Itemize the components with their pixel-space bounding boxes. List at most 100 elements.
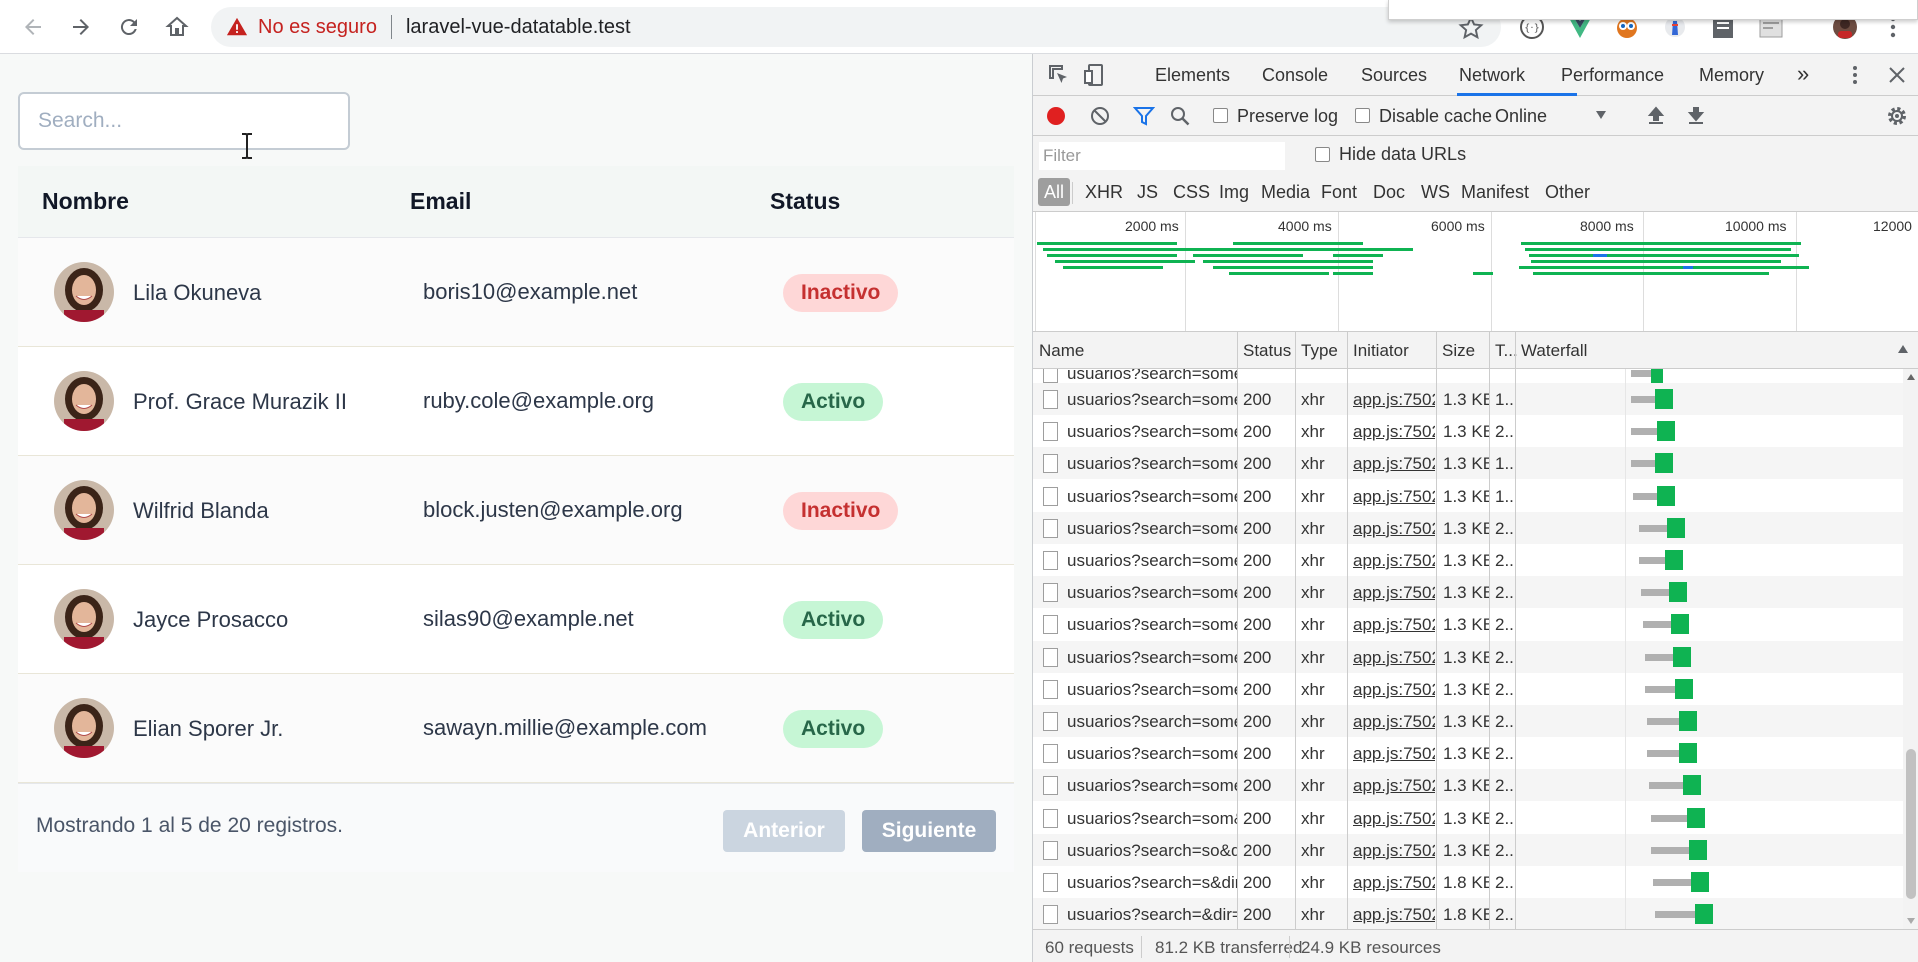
request-initiator[interactable]: app.js:7502: [1353, 744, 1435, 764]
column-header-size[interactable]: Size: [1442, 341, 1475, 361]
request-initiator[interactable]: app.js:7502: [1353, 680, 1435, 700]
column-header-type[interactable]: Type: [1301, 341, 1338, 361]
column-header-email[interactable]: Email: [410, 188, 471, 215]
table-row[interactable]: usuarios?search=s&dir=... 200 xhr app.js:75…: [1033, 866, 1903, 898]
scroll-up-icon[interactable]: [1906, 373, 1916, 381]
inspect-element-icon[interactable]: [1047, 63, 1071, 87]
type-filter-xhr[interactable]: XHR: [1085, 182, 1123, 203]
type-filter-js[interactable]: JS: [1137, 182, 1158, 203]
table-row[interactable]: usuarios?search=some+... 200 xhr app.js:750…: [1033, 480, 1903, 512]
waterfall-waiting-bar: [1633, 492, 1657, 500]
type-filter-doc[interactable]: Doc: [1373, 182, 1405, 203]
search-icon[interactable]: [1169, 105, 1191, 127]
sort-ascending-icon[interactable]: [1897, 344, 1909, 354]
request-initiator[interactable]: app.js:7502: [1353, 615, 1435, 635]
vertical-scrollbar[interactable]: [1903, 369, 1918, 929]
request-initiator[interactable]: app.js:7502: [1353, 809, 1435, 829]
reload-button[interactable]: [110, 8, 148, 46]
tab-performance[interactable]: Performance: [1561, 65, 1664, 86]
column-header-status[interactable]: Status: [770, 188, 840, 215]
request-initiator[interactable]: app.js:7502: [1353, 648, 1435, 668]
table-row[interactable]: usuarios?search=so&dir... 200 xhr app.js:75…: [1033, 833, 1903, 866]
table-row[interactable]: Wilfrid Blanda block.justen@example.org …: [18, 456, 1014, 565]
tab-sources[interactable]: Sources: [1361, 65, 1427, 86]
type-filter-manifest[interactable]: Manifest: [1461, 182, 1529, 203]
search-input[interactable]: [18, 92, 350, 150]
request-initiator[interactable]: app.js:7502: [1353, 422, 1435, 442]
tab-network[interactable]: Network: [1459, 65, 1525, 86]
filter-input[interactable]: [1039, 142, 1285, 170]
devtools-tab-bar: Elements Console Sources Network Perform…: [1033, 54, 1918, 96]
type-filter-css[interactable]: CSS: [1173, 182, 1210, 203]
table-row[interactable]: Prof. Grace Murazik II ruby.cole@example…: [18, 347, 1014, 456]
table-row[interactable]: usuarios?search=some+... 200 xhr app.js:750…: [1033, 705, 1903, 737]
request-initiator[interactable]: app.js:7502: [1353, 841, 1435, 861]
table-row[interactable]: usuarios?search=some+... 200 xhr app.js:750…: [1033, 576, 1903, 609]
table-row[interactable]: Jayce Prosacco silas90@example.net Activ…: [18, 565, 1014, 674]
filter-icon[interactable]: [1133, 105, 1155, 127]
request-initiator[interactable]: app.js:7502: [1353, 873, 1435, 893]
back-button[interactable]: [14, 8, 52, 46]
table-row[interactable]: usuarios?search=some+... 200 xhr app.js:750…: [1033, 415, 1903, 447]
devtools-menu-icon[interactable]: [1843, 63, 1867, 87]
forward-button[interactable]: [62, 8, 100, 46]
record-icon[interactable]: [1045, 105, 1067, 127]
request-initiator[interactable]: app.js:7502: [1353, 454, 1435, 474]
device-toolbar-icon[interactable]: [1083, 63, 1107, 87]
clear-icon[interactable]: [1089, 105, 1111, 127]
table-row[interactable]: usuarios?search=&dir=... 200 xhr app.js:750…: [1033, 898, 1903, 929]
scrollbar-thumb[interactable]: [1906, 749, 1916, 899]
request-initiator[interactable]: app.js:7502: [1353, 487, 1435, 507]
table-row[interactable]: Elian Sporer Jr. sawayn.millie@example.c…: [18, 674, 1014, 783]
request-initiator[interactable]: app.js:7502: [1353, 583, 1435, 603]
request-initiator[interactable]: app.js:7502: [1353, 390, 1435, 410]
previous-page-button[interactable]: Anterior: [723, 810, 845, 852]
type-filter-ws[interactable]: WS: [1421, 182, 1450, 203]
table-row[interactable]: usuarios?search=some+... 200 xhr app.js:750…: [1033, 383, 1903, 415]
request-initiator[interactable]: app.js:7502: [1353, 905, 1435, 925]
table-row[interactable]: usuarios?search=some... 200 xhr app.js:7502…: [1033, 769, 1903, 802]
request-type: xhr: [1301, 390, 1325, 409]
table-row[interactable]: usuarios?search=some+... 200 xhr app.js:750…: [1033, 673, 1903, 705]
import-har-icon[interactable]: [1645, 105, 1667, 127]
type-filter-all[interactable]: All: [1038, 178, 1071, 206]
address-bar[interactable]: No es seguro laravel-vue-datatable.test: [211, 7, 1501, 47]
request-initiator[interactable]: app.js:7502: [1353, 712, 1435, 732]
home-button[interactable]: [158, 8, 196, 46]
tab-elements[interactable]: Elements: [1155, 65, 1230, 86]
more-tabs-icon[interactable]: »: [1797, 61, 1809, 87]
throttling-select[interactable]: Online: [1495, 106, 1547, 127]
scroll-down-icon[interactable]: [1906, 917, 1916, 925]
column-header-waterfall[interactable]: Waterfall: [1521, 341, 1587, 361]
type-filter-img[interactable]: Img: [1219, 182, 1249, 203]
column-header-initiator[interactable]: Initiator: [1353, 341, 1409, 361]
table-row[interactable]: Lila Okuneva boris10@example.net Inactiv…: [18, 238, 1014, 347]
network-overview-timeline[interactable]: 2000 ms 4000 ms 6000 ms 8000 ms 10000 ms…: [1033, 212, 1918, 332]
column-header-status[interactable]: Status: [1243, 341, 1291, 361]
hide-data-urls-checkbox[interactable]: [1315, 147, 1330, 162]
table-row[interactable]: usuarios?search=som&... 200 xhr app.js:7502…: [1033, 802, 1903, 834]
disable-cache-checkbox[interactable]: [1355, 108, 1370, 123]
request-initiator[interactable]: app.js:7502: [1353, 776, 1435, 796]
settings-gear-icon[interactable]: [1885, 104, 1909, 128]
preserve-log-checkbox[interactable]: [1213, 108, 1228, 123]
table-row[interactable]: usuarios?search=some+... 200 xhr app.js:750…: [1033, 544, 1903, 576]
request-initiator[interactable]: app.js:7502: [1353, 519, 1435, 539]
column-header-name[interactable]: Name: [1039, 341, 1084, 361]
table-row[interactable]: usuarios?search=some+... 200 xhr app.js:750…: [1033, 447, 1903, 480]
close-devtools-icon[interactable]: [1885, 63, 1909, 87]
type-filter-other[interactable]: Other: [1545, 182, 1590, 203]
table-row[interactable]: usuarios?search=some+... 200 xhr app.js:750…: [1033, 737, 1903, 769]
type-filter-font[interactable]: Font: [1321, 182, 1357, 203]
table-row[interactable]: usuarios?search=some+... 200 xhr app.js:750…: [1033, 511, 1903, 544]
request-initiator[interactable]: app.js:7502: [1353, 551, 1435, 571]
table-row[interactable]: usuarios?search=some+... 200 xhr app.js:750…: [1033, 608, 1903, 640]
tab-memory[interactable]: Memory: [1699, 65, 1764, 86]
column-header-name[interactable]: Nombre: [42, 188, 129, 215]
table-row[interactable]: usuarios?search=some+... 200 xhr app.js:750…: [1033, 640, 1903, 673]
type-filter-media[interactable]: Media: [1261, 182, 1310, 203]
request-status: 200: [1243, 615, 1272, 635]
tab-console[interactable]: Console: [1262, 65, 1328, 86]
export-har-icon[interactable]: [1685, 105, 1707, 127]
next-page-button[interactable]: Siguiente: [862, 810, 996, 852]
